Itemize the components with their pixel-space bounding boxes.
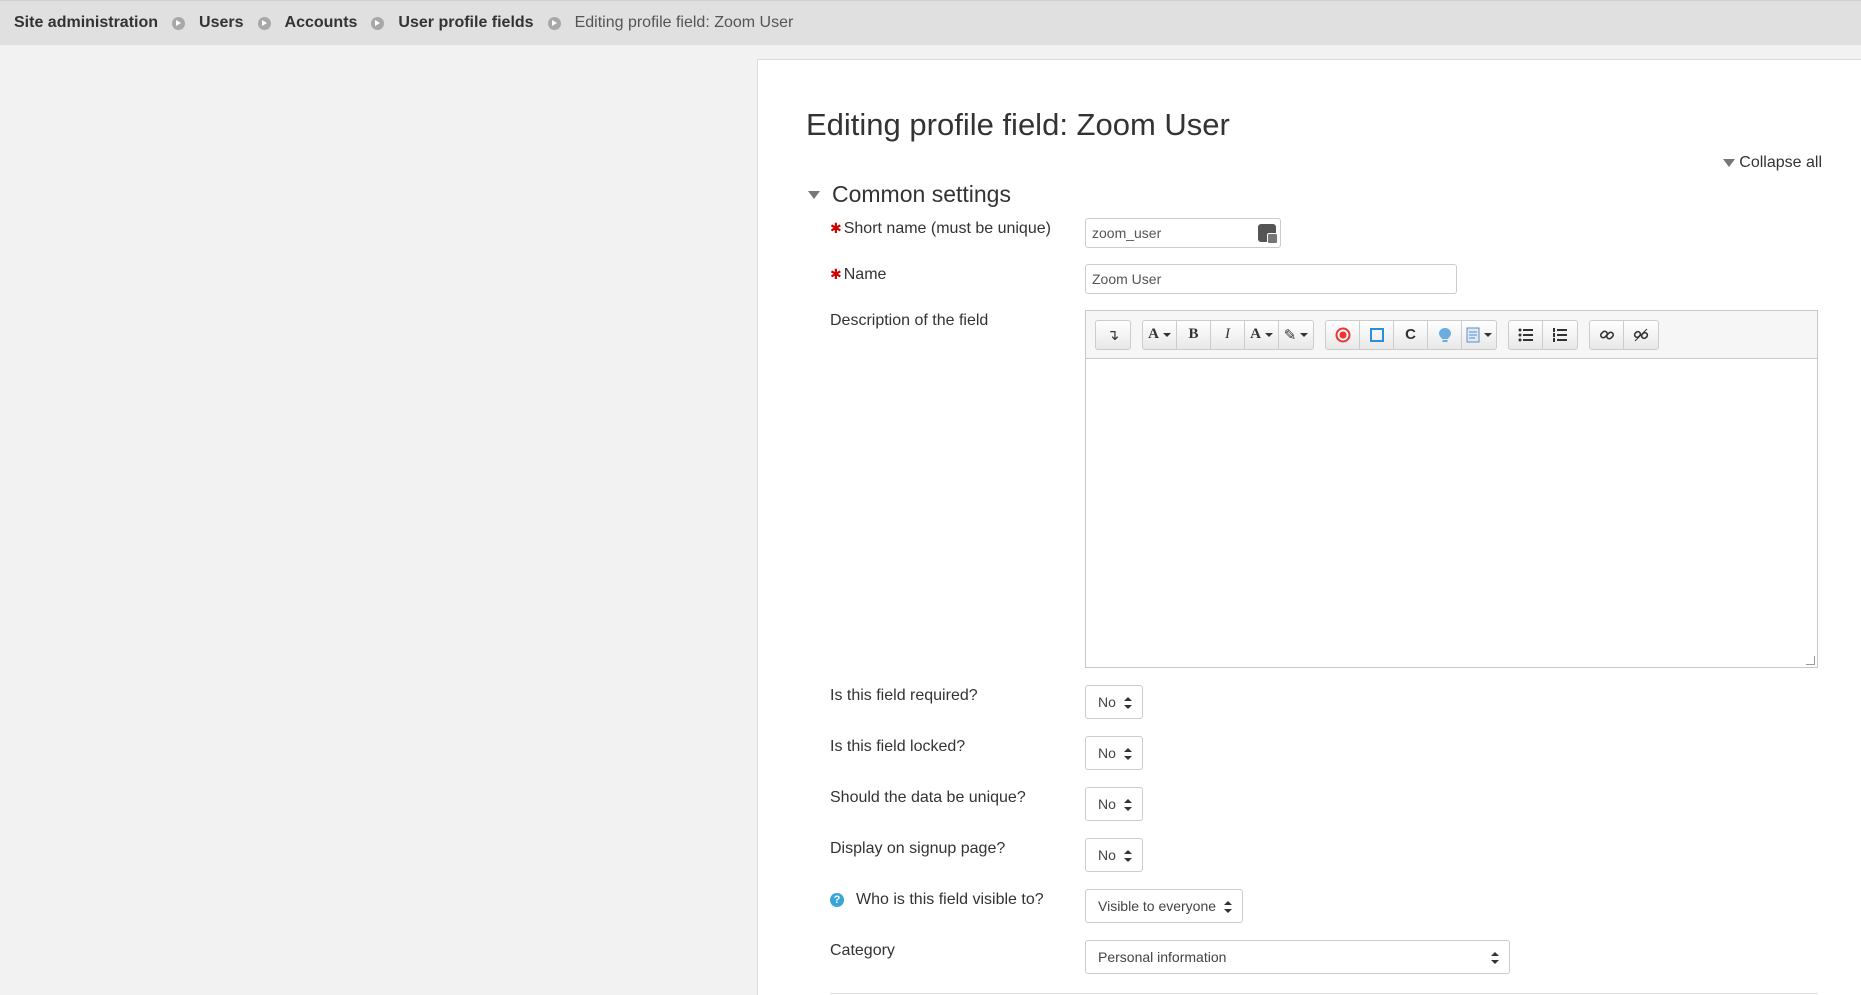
section-divider: [830, 993, 1818, 994]
name-label: ✱ Name: [830, 266, 886, 284]
bold-glyph: B: [1188, 326, 1199, 342]
section-title: Common settings: [832, 181, 1011, 207]
select-arrows-icon: [1123, 748, 1132, 760]
record-video-icon[interactable]: [1360, 320, 1394, 349]
font-color-glyph: A: [1250, 326, 1261, 342]
help-icon[interactable]: ?: [830, 892, 844, 907]
show-more-buttons-icon[interactable]: ↴: [1096, 321, 1130, 349]
category-value: Personal information: [1098, 949, 1227, 965]
dropdown-caret-icon: [1300, 332, 1309, 337]
signup-label: Display on signup page?: [830, 840, 1006, 857]
signup-select[interactable]: No: [1085, 838, 1143, 872]
templates-icon[interactable]: [1462, 321, 1496, 349]
required-select[interactable]: No: [1085, 685, 1143, 719]
main-content: Editing profile field: Zoom User Collaps…: [757, 59, 1861, 995]
cloud-poodll-icon[interactable]: C: [1394, 320, 1428, 349]
paragraph-styles-icon[interactable]: A: [1143, 320, 1177, 349]
shortname-field[interactable]: zoom_user: [1085, 218, 1281, 248]
highlight-icon[interactable]: ✎: [1279, 321, 1313, 349]
select-arrows-icon: [1123, 850, 1132, 862]
section-toggle-icon: [808, 190, 820, 199]
resize-handle-icon[interactable]: [1806, 656, 1815, 665]
paragraph-styles-glyph: A: [1148, 326, 1159, 342]
breadcrumb-separator-icon: [371, 16, 385, 30]
select-arrows-icon: [1123, 697, 1132, 709]
unique-value: No: [1098, 796, 1116, 812]
italic-icon[interactable]: I: [1211, 320, 1245, 349]
breadcrumb-separator-icon: [547, 16, 561, 30]
description-label: Description of the field: [830, 312, 989, 329]
name-field[interactable]: Zoom User: [1085, 264, 1457, 294]
unlink-icon[interactable]: [1624, 321, 1658, 349]
select-arrows-icon: [1491, 952, 1499, 964]
toolbar-group-media: C: [1325, 319, 1497, 350]
category-label: Category: [830, 942, 895, 959]
visible-label-text: Who is this field visible to?: [856, 891, 1044, 908]
font-color-icon[interactable]: A: [1245, 320, 1279, 349]
breadcrumb-accounts[interactable]: Accounts: [285, 14, 358, 32]
toolbar-group-links: [1589, 319, 1659, 350]
required-icon: ✱: [830, 266, 842, 282]
page-title: Editing profile field: Zoom User: [806, 107, 1230, 142]
name-label-text: Name: [843, 266, 887, 283]
autofill-icon[interactable]: [1258, 224, 1278, 244]
description-editor-content[interactable]: [1086, 359, 1817, 667]
select-arrows-icon: [1123, 799, 1132, 811]
italic-glyph: I: [1225, 326, 1230, 342]
required-label: Is this field required?: [830, 687, 978, 704]
dropdown-caret-icon: [1162, 332, 1171, 337]
locked-label: Is this field locked?: [830, 738, 966, 755]
breadcrumb-users[interactable]: Users: [199, 14, 243, 32]
unique-select[interactable]: No: [1085, 787, 1143, 821]
ordered-list-icon[interactable]: [1543, 321, 1577, 349]
bold-icon[interactable]: B: [1177, 320, 1211, 349]
visible-label: ? Who is this field visible to?: [830, 891, 1044, 909]
breadcrumb-user-profile-fields[interactable]: User profile fields: [398, 14, 533, 32]
shortname-label-text: Short name (must be unique): [843, 220, 1051, 237]
breadcrumb-current: Editing profile field: Zoom User: [574, 14, 794, 31]
name-value: Zoom User: [1092, 271, 1162, 287]
description-editor: ↴ A B I A ✎ C: [1085, 310, 1818, 668]
breadcrumb-site-administration[interactable]: Site administration: [14, 14, 158, 32]
required-value: No: [1098, 694, 1116, 710]
category-select[interactable]: Personal information: [1085, 940, 1510, 974]
unordered-list-icon[interactable]: [1509, 320, 1543, 349]
toolbar-group-style: A B I A ✎: [1142, 319, 1314, 350]
breadcrumb-separator-icon: [172, 16, 186, 30]
collapse-icon: [1723, 158, 1736, 167]
dropdown-caret-icon: [1264, 332, 1273, 337]
link-icon[interactable]: [1590, 320, 1624, 349]
record-audio-icon[interactable]: [1326, 320, 1360, 349]
shortname-label: ✱ Short name (must be unique): [830, 220, 1051, 238]
collapse-all-link[interactable]: Collapse all: [1723, 154, 1822, 172]
locked-select[interactable]: No: [1085, 736, 1143, 770]
breadcrumb: Site administration Users Accounts User …: [0, 0, 1861, 45]
breadcrumb-separator-icon: [257, 16, 271, 30]
whiteboard-icon[interactable]: [1428, 320, 1462, 349]
toolbar-group-more: ↴: [1095, 319, 1131, 350]
dropdown-caret-icon: [1484, 332, 1492, 337]
locked-value: No: [1098, 745, 1116, 761]
visible-select[interactable]: Visible to everyone: [1085, 889, 1244, 923]
visible-value: Visible to everyone: [1098, 898, 1217, 914]
toolbar-group-lists: [1508, 319, 1578, 350]
select-arrows-icon: [1224, 901, 1233, 913]
signup-value: No: [1098, 847, 1116, 863]
section-common-settings[interactable]: Common settings: [808, 181, 1011, 208]
collapse-all-label: Collapse all: [1739, 154, 1822, 171]
unique-label: Should the data be unique?: [830, 789, 1026, 806]
editor-toolbar: ↴ A B I A ✎ C: [1086, 311, 1817, 359]
required-icon: ✱: [830, 220, 842, 236]
shortname-value: zoom_user: [1092, 225, 1162, 241]
